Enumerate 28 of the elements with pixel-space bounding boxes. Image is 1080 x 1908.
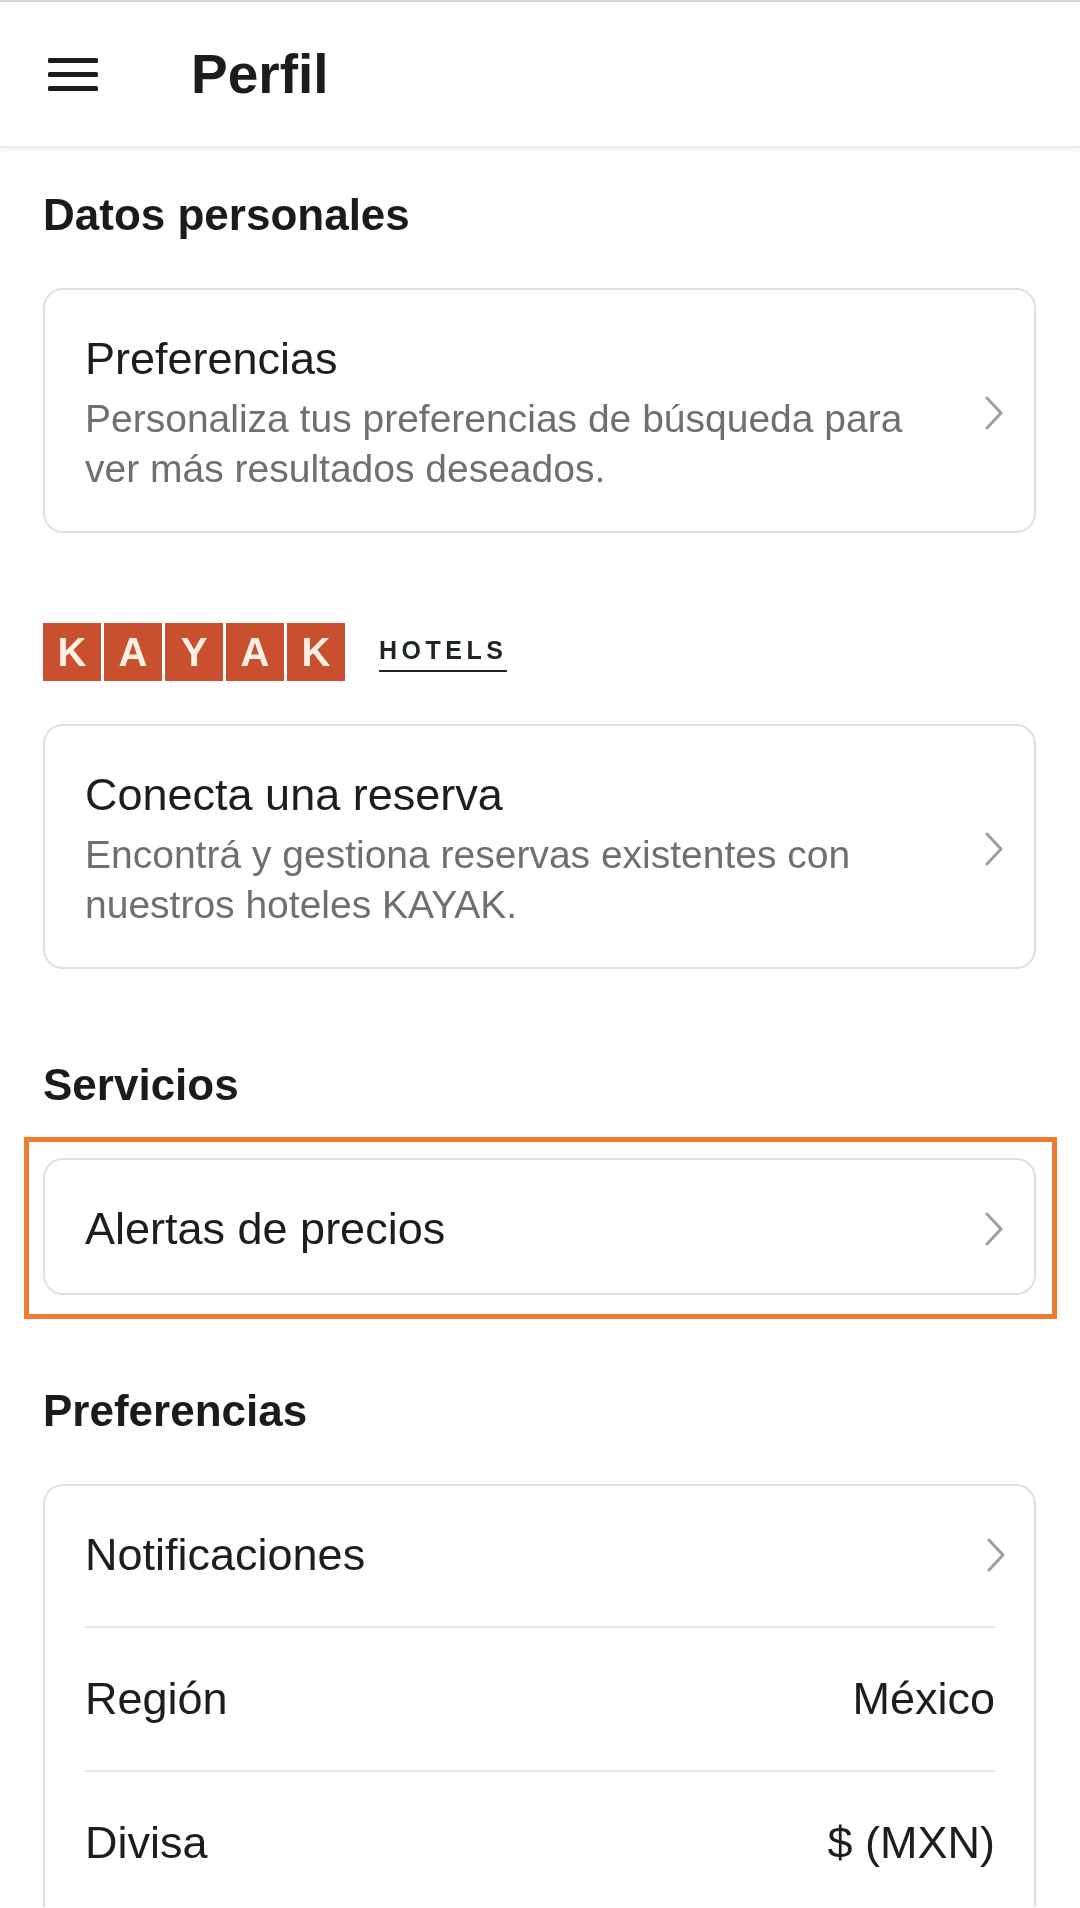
chevron-right-icon <box>985 396 1003 430</box>
card-title: Conecta una reserva <box>85 768 503 822</box>
setting-value: $ (MXN) <box>827 1816 995 1870</box>
logo-text: HOTELS <box>379 638 508 672</box>
page-title: Perfil <box>191 42 329 106</box>
setting-label: Notificaciones <box>85 1528 366 1582</box>
setting-label: Región <box>85 1672 228 1726</box>
setting-label: Divisa <box>85 1816 208 1870</box>
card-description: Personaliza tus preferencias de búsqueda para ver más resultados deseados. <box>85 396 904 492</box>
option-card[interactable]: Alertas de precios <box>43 1158 1036 1295</box>
option-card[interactable]: Conecta una reserva Encontrá y gestiona reservas existentes con nuestros hoteles KAYAK. <box>43 724 1036 969</box>
card-description: Encontrá y gestiona reservas existentes con nuestros hoteles KAYAK. <box>85 832 852 928</box>
chevron-right-icon <box>987 1538 1005 1572</box>
logo-tile: A <box>104 623 162 681</box>
logo-tile: K <box>287 623 345 681</box>
menu-icon[interactable] <box>48 57 98 91</box>
logo-tile: A <box>226 623 284 681</box>
option-card[interactable]: Preferencias Personaliza tus preferencias de búsqueda para ver más resultados deseados. <box>43 288 1036 533</box>
card-title: Alertas de precios <box>85 1202 446 1256</box>
card-title: Preferencias <box>85 332 338 386</box>
logo-tile: Y <box>165 623 223 681</box>
section-heading: Preferencias <box>43 1385 308 1437</box>
chevron-right-icon <box>985 832 1003 866</box>
section-heading: Datos personales <box>43 189 410 241</box>
chevron-right-icon <box>985 1212 1003 1246</box>
section-heading: Servicios <box>43 1059 239 1111</box>
logo-tile: K <box>43 623 101 681</box>
setting-value: México <box>852 1672 995 1726</box>
